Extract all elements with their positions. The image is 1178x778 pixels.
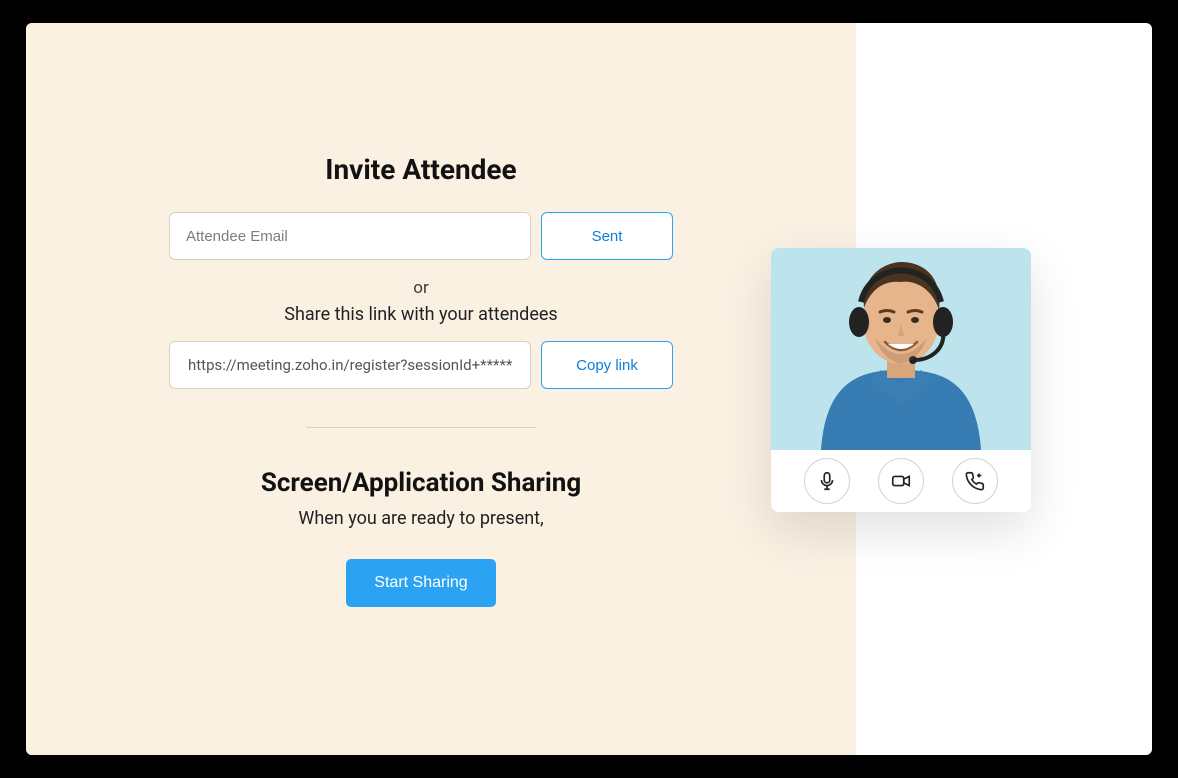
section-divider	[306, 427, 536, 428]
video-button[interactable]	[878, 458, 924, 504]
sharing-subtitle: When you are ready to present,	[26, 508, 816, 529]
link-row: https://meeting.zoho.in/register?session…	[26, 341, 816, 389]
microphone-icon	[816, 470, 838, 492]
mic-button[interactable]	[804, 458, 850, 504]
copy-link-button[interactable]: Copy link	[541, 341, 673, 389]
start-sharing-button[interactable]: Start Sharing	[346, 559, 495, 607]
video-controls	[771, 450, 1031, 512]
email-row: Sent	[26, 212, 816, 260]
video-icon	[890, 470, 912, 492]
call-button[interactable]	[952, 458, 998, 504]
sent-button[interactable]: Sent	[541, 212, 673, 260]
video-preview-card	[771, 248, 1031, 512]
presenter-avatar	[801, 248, 1001, 450]
sharing-title: Screen/Application Sharing	[26, 468, 816, 498]
attendee-email-input[interactable]	[169, 212, 531, 260]
video-thumbnail	[771, 248, 1031, 450]
phone-icon	[964, 470, 986, 492]
main-panel: Invite Attendee Sent or Share this link …	[26, 23, 856, 755]
meeting-link-field[interactable]: https://meeting.zoho.in/register?session…	[169, 341, 531, 389]
invite-section: Invite Attendee Sent or Share this link …	[26, 153, 816, 607]
app-frame: Invite Attendee Sent or Share this link …	[26, 23, 1152, 755]
invite-title: Invite Attendee	[26, 153, 816, 186]
share-link-text: Share this link with your attendees	[26, 304, 816, 325]
or-separator: or	[26, 278, 816, 298]
